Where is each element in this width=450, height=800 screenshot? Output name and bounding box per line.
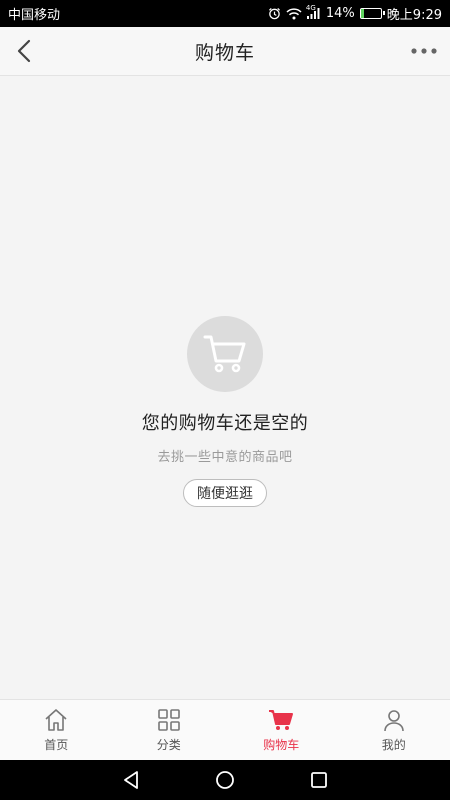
shopping-cart-icon: [269, 710, 294, 730]
empty-cart-illustration: [187, 316, 263, 392]
network-type: 4G: [305, 4, 316, 12]
empty-cart-state: 您的购物车还是空的 去挑一些中意的商品吧 随便逛逛: [0, 316, 450, 507]
tab-label: 首页: [44, 738, 69, 752]
system-recents-button[interactable]: [306, 767, 332, 793]
chevron-left-icon: [17, 39, 31, 63]
more-button[interactable]: [406, 35, 442, 67]
page-title: 购物车: [194, 41, 255, 64]
user-icon: [383, 710, 404, 732]
system-back-button[interactable]: [118, 767, 144, 793]
home-circle-icon: [216, 771, 234, 789]
clock-time: 晚上9:29: [386, 8, 442, 23]
back-triangle-icon: [124, 771, 138, 789]
tab-cart[interactable]: 购物车: [225, 700, 338, 761]
tab-home[interactable]: 首页: [0, 700, 113, 761]
bottom-tab-bar: 首页 分类 购物车 我的: [0, 699, 450, 761]
battery-icon: [359, 8, 385, 19]
tab-label: 购物车: [263, 738, 300, 752]
battery-percent: 14%: [325, 6, 355, 21]
system-nav-bar: [0, 760, 450, 800]
empty-cart-subtitle: 去挑一些中意的商品吧: [157, 450, 293, 465]
signal-icon: 4G: [306, 4, 321, 19]
battery-fill: [360, 9, 364, 18]
wifi-icon: [286, 7, 302, 20]
tab-category[interactable]: 分类: [113, 700, 226, 761]
carrier-name: 中国移动: [8, 8, 61, 23]
tab-label: 分类: [156, 738, 181, 752]
header-bar: 购物车: [0, 27, 450, 76]
system-home-button[interactable]: [212, 767, 238, 793]
alarm-icon: [268, 7, 281, 20]
more-dots-icon: [411, 48, 437, 54]
shopping-cart-icon: [203, 335, 246, 373]
tab-profile[interactable]: 我的: [338, 700, 450, 761]
category-grid-icon: [157, 709, 180, 731]
recents-square-icon: [311, 772, 327, 788]
status-bar: 中国移动 4G 14% 晚上9:29: [0, 0, 450, 27]
back-button[interactable]: [8, 35, 40, 67]
empty-cart-title: 您的购物车还是空的: [141, 413, 309, 434]
home-icon: [45, 709, 67, 731]
browse-around-button[interactable]: 随便逛逛: [183, 479, 267, 507]
tab-label: 我的: [381, 738, 406, 752]
